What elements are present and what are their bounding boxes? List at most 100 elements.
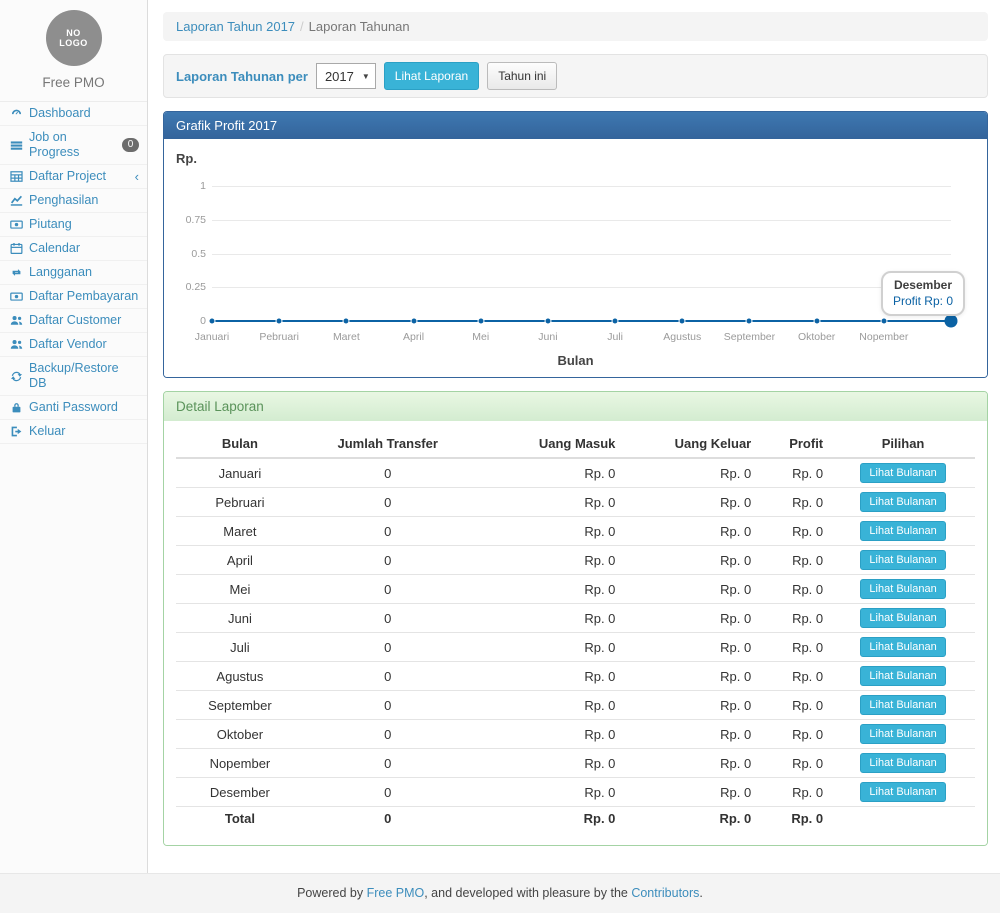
table-icon — [9, 170, 23, 184]
app-wrapper: NO LOGO Free PMO DashboardJob on Progres… — [0, 0, 1000, 873]
cell: Rp. 0 — [472, 720, 624, 749]
chart-point-pebruari[interactable] — [276, 318, 283, 325]
chart-tooltip-value: Profit Rp: 0 — [893, 294, 953, 308]
sidebar-item-label: Ganti Password — [29, 400, 118, 415]
sidebar-item-calendar[interactable]: Calendar — [0, 237, 147, 261]
action-cell: Lihat Bulanan — [831, 575, 975, 604]
chart-point-mei[interactable] — [477, 318, 484, 325]
cell: 0 — [304, 749, 472, 778]
view-monthly-button-juli[interactable]: Lihat Bulanan — [860, 637, 945, 657]
cell: 0 — [304, 691, 472, 720]
sidebar-item-ganti-password[interactable]: Ganti Password — [0, 396, 147, 420]
sidebar-item-label: Daftar Customer — [29, 313, 121, 328]
view-monthly-button-maret[interactable]: Lihat Bulanan — [860, 521, 945, 541]
table-header-row: BulanJumlah TransferUang MasukUang Kelua… — [176, 430, 975, 458]
sidebar-item-backup-restore-db[interactable]: Backup/Restore DB — [0, 357, 147, 396]
sidebar-item-daftar-vendor[interactable]: Daftar Vendor — [0, 333, 147, 357]
cell: April — [176, 546, 304, 575]
view-monthly-button-april[interactable]: Lihat Bulanan — [860, 550, 945, 570]
sidebar-item-daftar-project[interactable]: Daftar Project‹ — [0, 165, 147, 189]
no-logo-badge: NO LOGO — [46, 10, 102, 66]
chart-point-juli[interactable] — [612, 318, 619, 325]
view-report-button[interactable]: Lihat Laporan — [384, 62, 479, 90]
cell: September — [176, 691, 304, 720]
profit-chart-panel-title: Grafik Profit 2017 — [164, 112, 987, 139]
view-monthly-button-september[interactable]: Lihat Bulanan — [860, 695, 945, 715]
sidebar-item-dashboard[interactable]: Dashboard — [0, 102, 147, 126]
contributors-link[interactable]: Contributors — [631, 886, 699, 900]
sidebar-item-daftar-customer[interactable]: Daftar Customer — [0, 309, 147, 333]
sidebar-item-piutang[interactable]: Piutang — [0, 213, 147, 237]
action-cell: Lihat Bulanan — [831, 691, 975, 720]
sidebar-item-daftar-pembayaran[interactable]: Daftar Pembayaran — [0, 285, 147, 309]
view-monthly-button-oktober[interactable]: Lihat Bulanan — [860, 724, 945, 744]
sidebar-item-penghasilan[interactable]: Penghasilan — [0, 189, 147, 213]
view-monthly-button-agustus[interactable]: Lihat Bulanan — [860, 666, 945, 686]
chart-y-tick: 0 — [168, 315, 206, 327]
detail-report-panel-title: Detail Laporan — [164, 392, 987, 421]
view-monthly-button-juni[interactable]: Lihat Bulanan — [860, 608, 945, 628]
breadcrumb-link-laporan-tahun[interactable]: Laporan Tahun 2017 — [176, 19, 295, 34]
year-select-value: 2017 — [325, 69, 354, 84]
cell: Rp. 0 — [623, 749, 759, 778]
action-cell: Lihat Bulanan — [831, 488, 975, 517]
sidebar-item-keluar[interactable]: Keluar — [0, 420, 147, 444]
action-cell: Lihat Bulanan — [831, 778, 975, 807]
table-row: April0Rp. 0Rp. 0Rp. 0Lihat Bulanan — [176, 546, 975, 575]
column-header: Jumlah Transfer — [304, 430, 472, 458]
chart-point-april[interactable] — [410, 318, 417, 325]
chart-point-nopember[interactable] — [880, 318, 887, 325]
column-header: Uang Masuk — [472, 430, 624, 458]
sidebar-menu: DashboardJob on Progress0Daftar Project‹… — [0, 101, 147, 444]
action-cell: Lihat Bulanan — [831, 517, 975, 546]
view-monthly-button-mei[interactable]: Lihat Bulanan — [860, 579, 945, 599]
cell: Rp. 0 — [759, 720, 831, 749]
year-select[interactable]: 2017 ▼ — [316, 63, 376, 89]
cell: Maret — [176, 517, 304, 546]
cell: Agustus — [176, 662, 304, 691]
sidebar-item-label: Calendar — [29, 241, 80, 256]
chart-point-januari[interactable] — [209, 318, 216, 325]
chart-point-maret[interactable] — [343, 318, 350, 325]
table-row: Mei0Rp. 0Rp. 0Rp. 0Lihat Bulanan — [176, 575, 975, 604]
money-icon — [9, 218, 23, 232]
cell: 0 — [304, 458, 472, 488]
cell: 0 — [304, 720, 472, 749]
sidebar-item-label: Backup/Restore DB — [29, 361, 139, 391]
cell: 0 — [304, 604, 472, 633]
cell: Rp. 0 — [472, 575, 624, 604]
cell: Nopember — [176, 749, 304, 778]
view-monthly-button-pebruari[interactable]: Lihat Bulanan — [860, 492, 945, 512]
cell: Mei — [176, 575, 304, 604]
cell: Rp. 0 — [472, 488, 624, 517]
profit-chart-panel: Grafik Profit 2017 Rp. Desember Profit R… — [163, 111, 988, 378]
view-monthly-button-nopember[interactable]: Lihat Bulanan — [860, 753, 945, 773]
free-pmo-link[interactable]: Free PMO — [367, 886, 425, 900]
cell: Rp. 0 — [759, 633, 831, 662]
sidebar-item-langganan[interactable]: Langganan — [0, 261, 147, 285]
this-year-button[interactable]: Tahun ini — [487, 62, 557, 90]
sidebar-item-job-on-progress[interactable]: Job on Progress0 — [0, 126, 147, 165]
chart-point-september[interactable] — [746, 318, 753, 325]
footer-text: Powered by Free PMO, and developed with … — [297, 886, 703, 900]
cell: Rp. 0 — [623, 575, 759, 604]
chart-point-oktober[interactable] — [813, 318, 820, 325]
chart-point-juni[interactable] — [544, 318, 551, 325]
cell: 0 — [304, 662, 472, 691]
table-row: Januari0Rp. 0Rp. 0Rp. 0Lihat Bulanan — [176, 458, 975, 488]
cell: Rp. 0 — [472, 662, 624, 691]
money-icon — [9, 290, 23, 304]
calendar-icon — [9, 242, 23, 256]
action-cell: Lihat Bulanan — [831, 458, 975, 488]
view-monthly-button-januari[interactable]: Lihat Bulanan — [860, 463, 945, 483]
report-table: BulanJumlah TransferUang MasukUang Kelua… — [176, 430, 975, 831]
lock-icon — [9, 401, 23, 415]
chart-point-desember[interactable] — [945, 315, 958, 328]
footer: Powered by Free PMO, and developed with … — [0, 873, 1000, 913]
chart-point-agustus[interactable] — [679, 318, 686, 325]
chart-x-tick: April — [403, 331, 424, 343]
chart-x-axis-label: Bulan — [557, 353, 593, 368]
cell: 0 — [304, 633, 472, 662]
view-monthly-button-desember[interactable]: Lihat Bulanan — [860, 782, 945, 802]
action-cell: Lihat Bulanan — [831, 546, 975, 575]
